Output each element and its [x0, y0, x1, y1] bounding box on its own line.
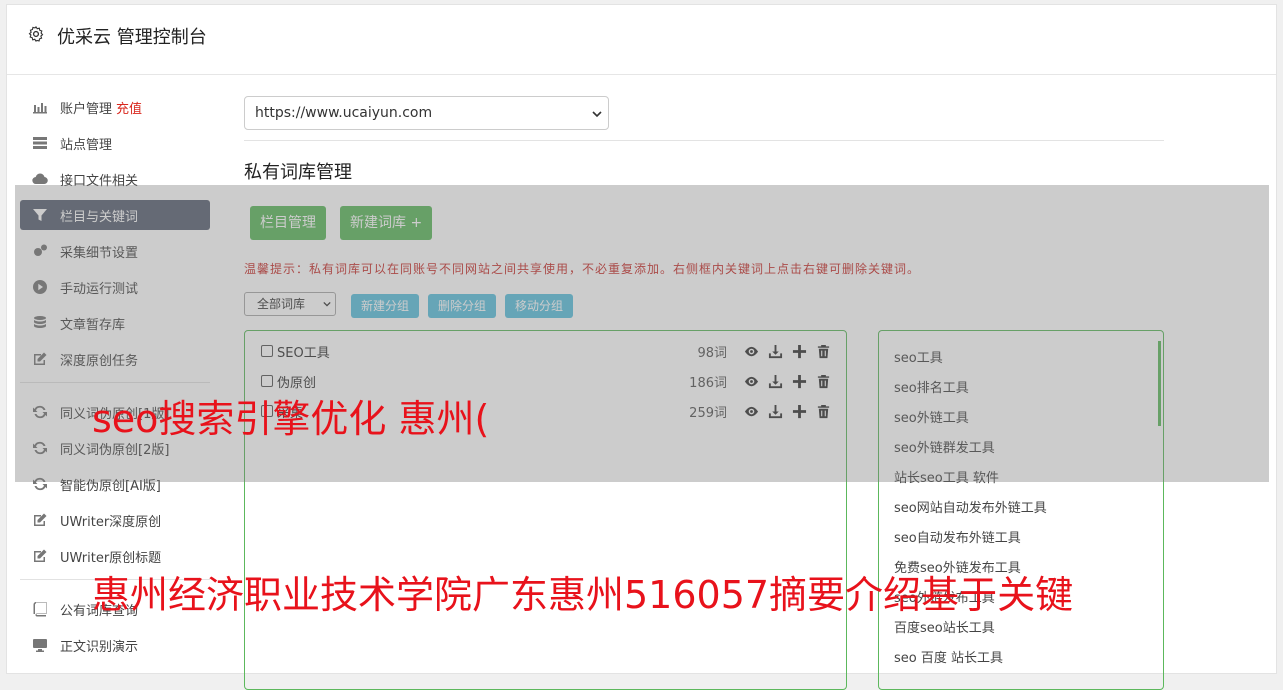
server-icon: [32, 135, 48, 151]
overlay-text-line1: seo搜索引擎优化 惠州(: [92, 397, 490, 441]
site-select-value: https://www.ucaiyun.com: [255, 105, 433, 121]
page-title: 私有词库管理: [244, 162, 352, 183]
sidebar-item-label: 站点管理: [60, 137, 113, 153]
chevron-down-icon: [592, 111, 602, 118]
keyword-item[interactable]: 百度seo站长工具: [894, 617, 995, 636]
app-title: 优采云 管理控制台: [57, 27, 207, 48]
header: 优采云 管理控制台: [7, 5, 1276, 75]
site-select[interactable]: https://www.ucaiyun.com: [244, 96, 609, 130]
sidebar-item-label: UWriter深度原创: [60, 514, 162, 530]
keyword-item[interactable]: seo自动发布外链工具: [894, 527, 1021, 546]
sidebar-item-label: UWriter原创标题: [60, 550, 162, 566]
sidebar-item-label: 正文识别演示: [60, 639, 139, 655]
sidebar-item-label: 账户管理: [60, 101, 113, 117]
sidebar-item-sites[interactable]: 站点管理: [20, 128, 210, 158]
sidebar-item-uwriter-deep[interactable]: UWriter深度原创: [20, 505, 210, 535]
edit-icon: [32, 512, 48, 528]
divider: [244, 140, 1164, 141]
recharge-link[interactable]: 充值: [116, 98, 142, 117]
sidebar-item-account[interactable]: 账户管理 充值: [20, 92, 210, 122]
bar-chart-icon: [32, 99, 48, 115]
keyword-item[interactable]: seo 百度 站长工具: [894, 647, 1003, 666]
edit-icon: [32, 548, 48, 564]
keyword-item[interactable]: seo网站自动发布外链工具: [894, 497, 1047, 516]
sidebar-item-text-recognition[interactable]: 正文识别演示: [20, 630, 210, 660]
gear-icon: [28, 25, 44, 42]
overlay-text-line2: 惠州经济职业技术学院广东惠州516057摘要介绍基于关键: [92, 573, 1074, 617]
monitor-icon: [32, 637, 48, 653]
book-icon: [32, 601, 48, 617]
